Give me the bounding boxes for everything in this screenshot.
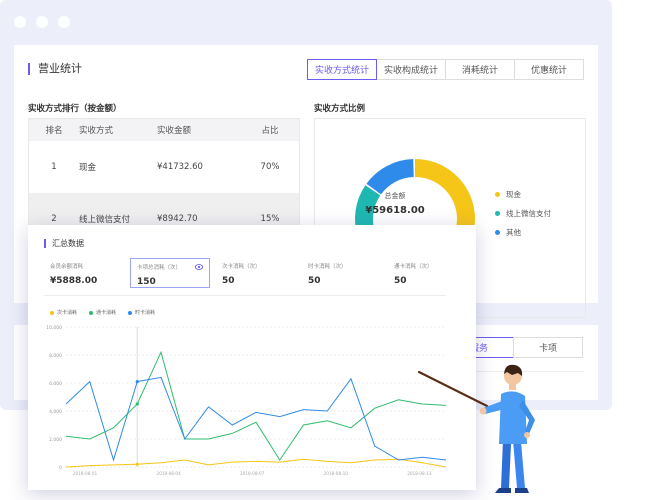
- stat-label: 次卡消耗（次）: [222, 264, 261, 270]
- y-tick-label: 0: [59, 465, 62, 471]
- stat-value: 50: [308, 276, 321, 286]
- y-tick-label: 10,000: [46, 325, 62, 331]
- x-tick-label: 2018-08-07: [240, 471, 265, 476]
- stat-label: 通卡消耗（次）: [394, 264, 433, 270]
- header-share: 占比: [261, 126, 279, 136]
- window-dot-minimize[interactable]: [36, 16, 48, 28]
- legend-dot: [89, 310, 94, 315]
- cell-share: 15%: [260, 214, 280, 224]
- cell-share: 70%: [260, 162, 280, 172]
- summary-title: 汇总数据: [44, 239, 84, 248]
- stat-value: 50: [394, 276, 407, 286]
- y-tick-label: 4,000: [49, 409, 62, 415]
- legend-item: 现金: [495, 189, 551, 200]
- legend-item[interactable]: 次卡消耗: [50, 309, 77, 316]
- summary-card: 汇总数据 会员余额消耗 ¥5888.00 卡项总消耗（次） 150 次卡消耗（次…: [28, 225, 476, 490]
- tab-payment-composition[interactable]: 实收构成统计: [376, 59, 446, 80]
- cell-amount: ¥8942.70: [157, 214, 198, 224]
- cell-rank: 2: [51, 214, 57, 224]
- divider: [44, 295, 446, 296]
- legend-item[interactable]: 时卡消耗: [128, 309, 155, 316]
- legend-label: 现金: [506, 190, 521, 199]
- y-tick-label: 2,000: [49, 437, 62, 443]
- window-dot-maximize[interactable]: [58, 16, 70, 28]
- cell-method: 现金: [79, 163, 97, 173]
- stat-member-balance[interactable]: 会员余额消耗 ¥5888.00: [44, 258, 124, 288]
- hover-point: [135, 462, 139, 466]
- stat-card-total[interactable]: 卡项总消耗（次） 150: [130, 258, 210, 288]
- stat-count-card[interactable]: 次卡消耗（次） 50: [216, 258, 296, 288]
- legend-dot: [495, 230, 500, 235]
- legend-label: 其他: [506, 228, 521, 237]
- legend-dot: [50, 310, 54, 315]
- x-tick-label: 2018-08-10: [324, 471, 349, 476]
- header-rank: 排名: [45, 126, 63, 136]
- donut-legend: 现金 线上微信支付 其他: [495, 189, 551, 246]
- presenter-illustration: [417, 364, 535, 493]
- stat-value: ¥5888.00: [50, 276, 98, 286]
- tab-consumption[interactable]: 消耗统计: [445, 59, 515, 80]
- hover-point: [135, 402, 139, 406]
- eye-icon[interactable]: [195, 264, 203, 270]
- stat-label: 会员余额消耗: [50, 264, 84, 270]
- summary-stats: 会员余额消耗 ¥5888.00 卡项总消耗（次） 150 次卡消耗（次） 50 …: [44, 258, 474, 288]
- tab-discount[interactable]: 优惠统计: [514, 59, 584, 80]
- y-tick-label: 6,000: [49, 381, 62, 387]
- cell-method: 线上微信支付: [79, 215, 131, 225]
- tab-payment-method[interactable]: 实收方式统计: [307, 59, 377, 80]
- legend-dot: [128, 310, 133, 315]
- stats-tabs: 实收方式统计 实收构成统计 消耗统计 优惠统计: [307, 59, 584, 80]
- donut-slice: [366, 159, 414, 195]
- legend-item: 其他: [495, 227, 551, 238]
- x-tick-label: 2018-08-04: [156, 471, 181, 476]
- legend-label: 线上微信支付: [506, 209, 551, 218]
- table-header: 排名 实收方式 实收金额 占比: [29, 119, 299, 141]
- page: 营业统计 实收方式统计 实收构成统计 消耗统计 优惠统计 实收方式排行（按金额）…: [0, 0, 650, 500]
- stat-universal-card[interactable]: 通卡消耗（次） 50: [388, 258, 468, 288]
- legend-label: 次卡消耗: [57, 310, 78, 316]
- ratio-title: 实收方式比例: [314, 104, 366, 114]
- stat-label: 时卡消耗（次）: [308, 264, 347, 270]
- stat-label: 卡项总消耗（次）: [137, 265, 182, 271]
- legend-item[interactable]: 通卡消耗: [89, 309, 116, 316]
- legend-label: 通卡消耗: [96, 310, 117, 316]
- line-chart: 0 2,000 4,000 6,000 8,000 10,000 2018-08-01 201…: [46, 325, 447, 476]
- cell-rank: 1: [51, 162, 57, 172]
- cell-amount: ¥41732.60: [157, 162, 203, 172]
- header-amount: 实收金额: [157, 126, 192, 136]
- donut-center-value: ¥59618.00: [365, 205, 425, 216]
- stat-value: 150: [137, 277, 156, 287]
- donut-center-label: 总金额: [384, 192, 406, 200]
- y-tick-label: 8,000: [49, 353, 62, 359]
- stat-time-card[interactable]: 时卡消耗（次） 50: [302, 258, 382, 288]
- hover-point: [135, 380, 139, 384]
- legend-label: 时卡消耗: [135, 310, 156, 316]
- ranking-title: 实收方式排行（按金额）: [28, 104, 122, 114]
- legend-dot: [495, 211, 500, 216]
- series-line: [65, 350, 447, 461]
- legend-dot: [495, 192, 500, 197]
- table-row[interactable]: 1 现金 ¥41732.60 70%: [29, 141, 299, 193]
- donut-center: 总金额 ¥59618.00: [355, 191, 435, 216]
- series-line: [65, 458, 447, 468]
- window-dot-close[interactable]: [14, 16, 26, 28]
- legend-item: 线上微信支付: [495, 208, 551, 219]
- chart-legend: 次卡消耗 通卡消耗 时卡消耗: [50, 309, 167, 316]
- header-method: 实收方式: [79, 126, 114, 136]
- x-tick-label: 2018-08-01: [73, 471, 98, 476]
- stat-value: 50: [222, 276, 235, 286]
- window-controls: [14, 16, 70, 28]
- section-title: 营业统计: [28, 63, 82, 75]
